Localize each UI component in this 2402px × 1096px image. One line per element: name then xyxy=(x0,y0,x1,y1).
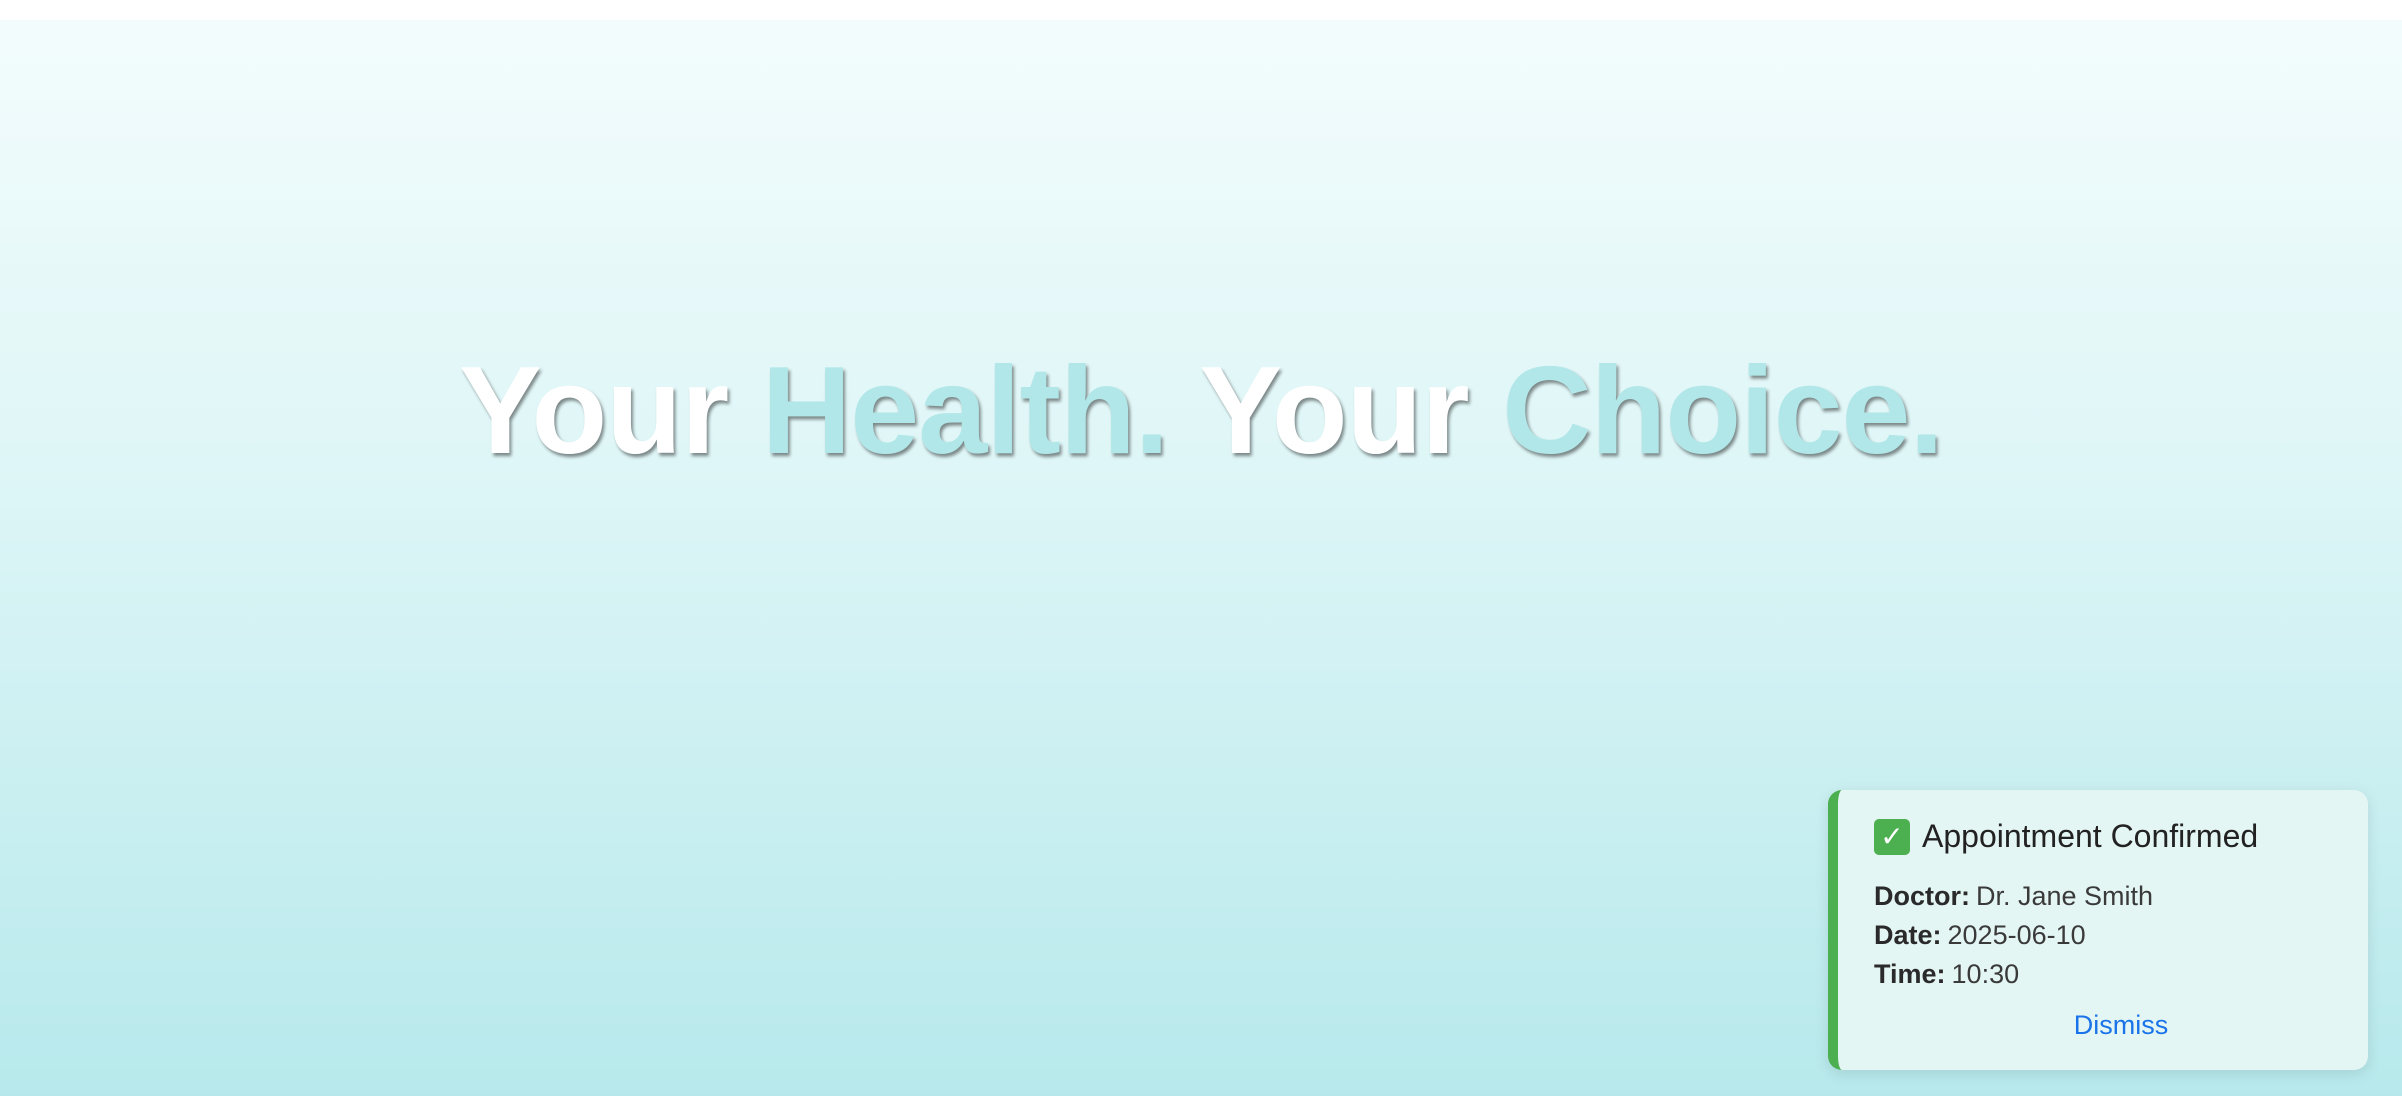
date-value: 2025-06-10 xyxy=(1947,920,2086,950)
date-row: Date: 2025-06-10 xyxy=(1874,916,2332,955)
doctor-value: Dr. Jane Smith xyxy=(1976,881,2154,911)
toast-title-text: Appointment Confirmed xyxy=(1922,818,2259,854)
time-label: Time: xyxy=(1874,959,1946,989)
doctor-row: Doctor: Dr. Jane Smith xyxy=(1874,877,2332,916)
headline-health: Health. xyxy=(761,342,1169,480)
headline-choice: Choice. xyxy=(1502,342,1944,480)
toast-title: ✓ Appointment Confirmed xyxy=(1874,818,2332,855)
hero-headline: Your Health. Your Choice. xyxy=(0,336,2402,486)
headline-your-2: Your xyxy=(1168,342,1503,480)
doctor-label: Doctor: xyxy=(1874,881,1970,911)
date-label: Date: xyxy=(1874,920,1942,950)
headline-your-1: Your xyxy=(459,342,762,480)
check-mark-icon: ✓ xyxy=(1874,818,1910,855)
appointment-confirmed-toast: ✓ Appointment Confirmed Doctor: Dr. Jane … xyxy=(1828,790,2368,1070)
dismiss-button[interactable]: Dismiss xyxy=(1874,1010,2332,1041)
time-value: 10:30 xyxy=(1951,959,2020,989)
time-row: Time: 10:30 xyxy=(1874,955,2332,994)
